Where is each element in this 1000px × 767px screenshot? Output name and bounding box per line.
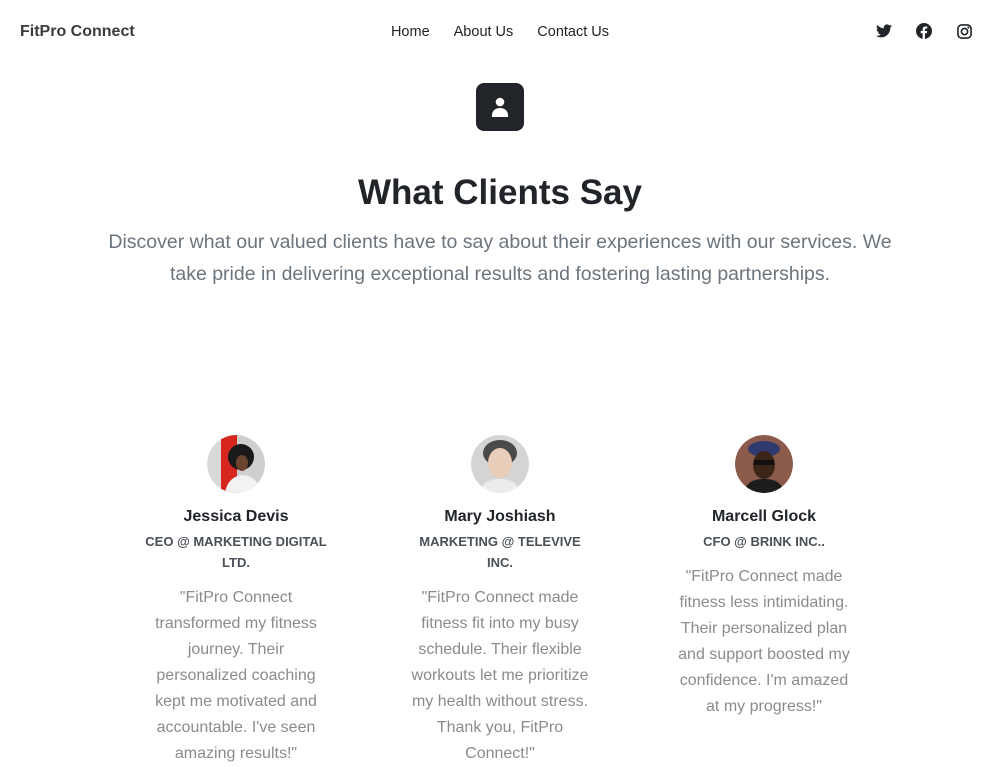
- instagram-link[interactable]: [956, 21, 972, 41]
- nav-link-about[interactable]: About Us: [454, 22, 514, 42]
- testimonial-quote: "FitPro Connect made fitness less intimi…: [678, 568, 850, 715]
- testimonial-quote: "FitPro Connect transformed my fitness j…: [155, 589, 317, 762]
- avatar: [207, 435, 265, 493]
- avatar: [735, 435, 793, 493]
- navbar: FitPro Connect Home About Us Contact Us: [0, 0, 1000, 64]
- nav-link-contact[interactable]: Contact Us: [537, 22, 609, 42]
- person-icon-badge: [476, 83, 524, 131]
- testimonial-card: Mary Joshiash MARKETING @ TELEVIVE INC. …: [408, 435, 592, 767]
- twitter-icon: [876, 24, 892, 38]
- person-icon: [492, 97, 508, 117]
- facebook-link[interactable]: [916, 21, 932, 41]
- testimonial-name: Marcell Glock: [711, 508, 817, 525]
- testimonial-name: Jessica Devis: [183, 508, 289, 525]
- brand-link[interactable]: FitPro Connect: [20, 22, 135, 42]
- main-nav: Home About Us Contact Us: [0, 22, 1000, 42]
- testimonial-role: CFO @ BRINK INC..: [703, 534, 825, 549]
- avatar: [471, 435, 529, 493]
- testimonial-card: Marcell Glock CFO @ BRINK INC.. "FitPro …: [672, 435, 856, 720]
- testimonial-role: MARKETING @ TELEVIVE INC.: [419, 534, 581, 570]
- testimonial-name: Mary Joshiash: [444, 508, 556, 525]
- twitter-link[interactable]: [876, 21, 892, 41]
- instagram-icon: [956, 23, 972, 39]
- nav-link-home[interactable]: Home: [391, 22, 430, 42]
- social-links: [876, 21, 972, 41]
- testimonial-role: CEO @ MARKETING DIGITAL LTD.: [145, 534, 327, 570]
- testimonial-quote: "FitPro Connect made fitness fit into my…: [411, 589, 589, 762]
- section-title: What Clients Say: [358, 173, 642, 212]
- facebook-icon: [916, 23, 932, 39]
- section-description: Discover what our valued clients have to…: [108, 231, 892, 285]
- testimonial-card: Jessica Devis CEO @ MARKETING DIGITAL LT…: [144, 435, 328, 767]
